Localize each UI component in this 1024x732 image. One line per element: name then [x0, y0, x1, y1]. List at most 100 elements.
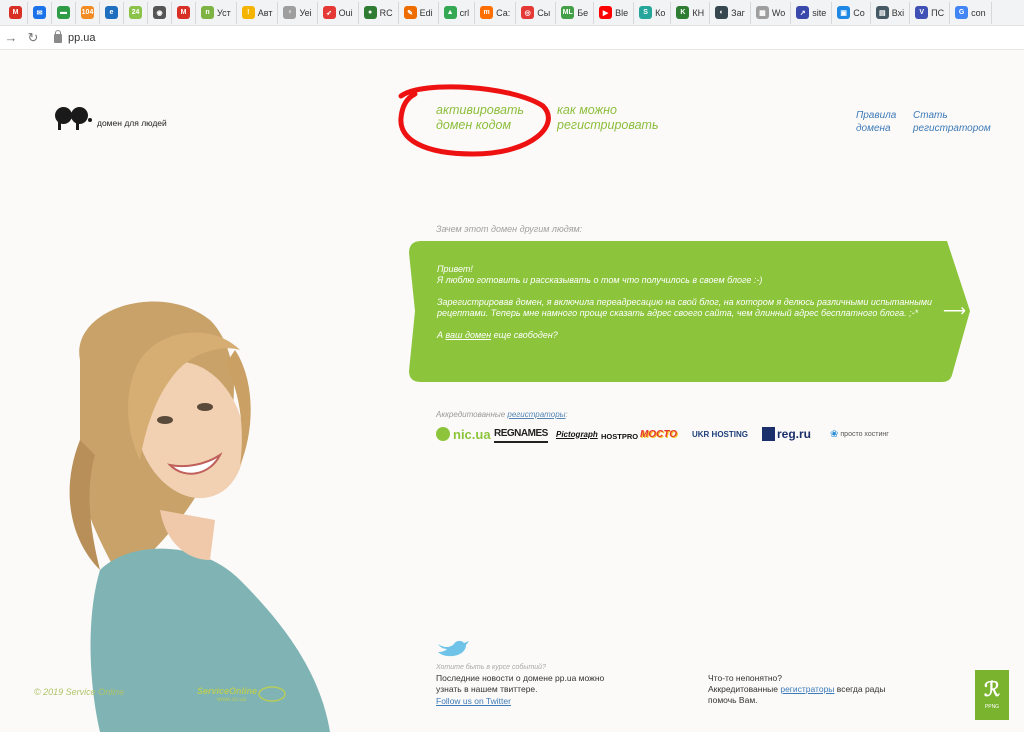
- bookmark-label: con: [971, 7, 986, 18]
- drive-icon: ▲: [443, 6, 457, 19]
- ie-icon: e: [105, 6, 118, 19]
- bookmark-item[interactable]: ▤ Вхі: [871, 1, 911, 24]
- nav-become-registrar[interactable]: Стать регистратором: [913, 109, 991, 135]
- registrar-mocto-logo[interactable]: MOCTO: [640, 425, 677, 443]
- bookmark-item[interactable]: ↗ site: [791, 1, 833, 24]
- bookmark-item[interactable]: e: [100, 1, 124, 24]
- bookmark-item[interactable]: V ПС: [910, 1, 951, 24]
- bubble-question: А ваш домен еще свободен?: [437, 330, 558, 340]
- twitter-bird-icon[interactable]: [436, 638, 470, 658]
- bookmark-item[interactable]: 104: [76, 1, 100, 24]
- rc-icon: ●: [363, 6, 377, 19]
- bookmark-item[interactable]: n Уст: [196, 1, 237, 24]
- bubble-line: Я люблю готовить и рассказывать о том чт…: [437, 275, 763, 285]
- bookmark-item[interactable]: 24: [124, 1, 148, 24]
- bookmark-item[interactable]: S Ко: [634, 1, 672, 24]
- pp-logo-icon: [55, 107, 93, 130]
- bookmark-item[interactable]: ▣ Co: [832, 1, 871, 24]
- bookmark-item[interactable]: M: [172, 1, 196, 24]
- bookmark-item[interactable]: m Са:: [475, 1, 517, 24]
- bookmark-item[interactable]: ◐ Заг: [710, 1, 751, 24]
- bookmark-label: RC: [379, 7, 393, 18]
- registrar-ukrhosting-logo[interactable]: UKR HOSTING: [692, 425, 748, 443]
- nav-domain-rules[interactable]: Правила домена: [856, 109, 896, 135]
- bookmark-label: Уст: [217, 7, 231, 18]
- bookmarks-bar: M ✉ ▬ 104 e 24 ◉ Mn Уст! Авт ♀ Уеі ➶ Oui ● RC ✎ Edi ▲ crl m С…: [0, 0, 1024, 26]
- bird-icon: ➶: [322, 6, 336, 19]
- bulb-icon: !: [241, 6, 255, 19]
- v-icon: V: [915, 6, 929, 19]
- bookmark-item[interactable]: ◉: [148, 1, 172, 24]
- registrar-regnames-logo[interactable]: REGNAMES: [494, 425, 548, 443]
- bookmark-item[interactable]: ▲ crl: [439, 1, 476, 24]
- bookmark-label: crl: [459, 7, 470, 18]
- registrar-hostpro-logo[interactable]: HOSTPRO: [601, 427, 638, 445]
- bubble-paragraph: Зарегистрировав домен, я включила переад…: [437, 297, 933, 318]
- woman-photo: [69, 301, 330, 732]
- regru-icon: [762, 427, 775, 441]
- chart-icon: ↗: [796, 6, 810, 19]
- url-field[interactable]: pp.ua: [54, 30, 96, 44]
- bookmark-item[interactable]: ✎ Edi: [399, 1, 439, 24]
- registrar-nicua-logo[interactable]: nic.ua: [436, 425, 491, 443]
- mail-icon: ✉: [33, 6, 46, 19]
- twitter-question: Хотите быть в курсе событий?: [436, 664, 546, 671]
- bookmark-item[interactable]: ◎ Сы: [516, 1, 557, 24]
- bookmark-item[interactable]: K КН: [671, 1, 711, 24]
- help-registrars-link[interactable]: регистраторы: [780, 684, 834, 694]
- reload-icon[interactable]: ↻: [22, 27, 44, 49]
- badge-104-icon: 104: [81, 6, 94, 19]
- bookmark-label: Ко: [655, 7, 666, 18]
- bookmark-item[interactable]: M: [4, 1, 28, 24]
- bookmark-item[interactable]: ● RC: [359, 1, 399, 24]
- bookmark-item[interactable]: ML Бе: [556, 1, 595, 24]
- prosto-icon: ❀: [830, 428, 839, 440]
- bookmark-item[interactable]: ➶ Oui: [318, 1, 359, 24]
- bookmark-item[interactable]: ♀ Уеі: [278, 1, 318, 24]
- counter-24-icon: 24: [129, 6, 142, 19]
- registrar-prostohosting-logo[interactable]: ❀ просто хостинг: [830, 425, 889, 443]
- kn-icon: K: [676, 6, 690, 19]
- testimonial-bubble: Привет! Я люблю готовить и рассказывать …: [407, 241, 972, 382]
- forward-icon[interactable]: →: [0, 27, 22, 49]
- registrar-pictograph-logo[interactable]: Pictograph: [556, 425, 598, 443]
- nav-how-to-register[interactable]: как можно регистрировать: [557, 103, 659, 133]
- bookmark-item[interactable]: ! Авт: [237, 1, 279, 24]
- target-icon: ◎: [521, 6, 535, 19]
- twitter-follow-link[interactable]: Follow us on Twitter: [436, 696, 511, 706]
- registrar-regru-logo[interactable]: reg.ru: [762, 425, 811, 443]
- site-logo[interactable]: домен для людей: [55, 107, 167, 130]
- ppng-symbol-icon: ℛ: [984, 679, 1000, 701]
- bookmark-item[interactable]: Gcon: [950, 1, 992, 24]
- bookmark-item[interactable]: ▦ Wo: [751, 1, 792, 24]
- globe-icon: ◉: [153, 6, 166, 19]
- bookmark-item[interactable]: ▶ Ble: [594, 1, 635, 24]
- page-content: домен для людей активировать домен кодом…: [0, 50, 1024, 732]
- nav-activate-by-code[interactable]: активировать домен кодом: [436, 103, 524, 133]
- co-icon: ▣: [837, 6, 851, 19]
- help-text: Что-то непонятно? Аккредитованные регист…: [708, 673, 886, 705]
- registrars-link[interactable]: регистраторы: [507, 410, 565, 419]
- bookmark-label: Edi: [419, 7, 433, 18]
- twitter-text: Последние новости о домене pp.ua можно у…: [436, 673, 605, 694]
- bookmark-item[interactable]: ▬: [52, 1, 76, 24]
- bookmark-item[interactable]: ✉: [28, 1, 52, 24]
- lock-icon: [54, 30, 62, 43]
- next-arrow-icon[interactable]: ⟶: [943, 301, 966, 321]
- bookmark-label: Сы: [537, 7, 551, 18]
- youtube-icon: ▶: [599, 6, 613, 19]
- edit-icon: ✎: [403, 6, 417, 19]
- bookmark-label: Ble: [615, 7, 629, 18]
- bookmark-label: Заг: [731, 7, 745, 18]
- bubble-greeting: Привет!: [437, 264, 473, 274]
- your-domain-link[interactable]: ваш домен: [446, 330, 492, 340]
- bookmark-label: Вхі: [891, 7, 905, 18]
- bookmark-label: Oui: [338, 7, 353, 18]
- google-icon: G: [955, 6, 969, 19]
- bookmark-label: site: [812, 7, 827, 18]
- ppng-badge[interactable]: ℛ PPNG: [975, 670, 1009, 720]
- serviceonline-logo[interactable]: ServiceOnline www.so.ua: [195, 683, 287, 707]
- inbox-icon: ▬: [57, 6, 70, 19]
- bookmark-label: КН: [692, 7, 705, 18]
- gmail-icon-2: M: [177, 6, 190, 19]
